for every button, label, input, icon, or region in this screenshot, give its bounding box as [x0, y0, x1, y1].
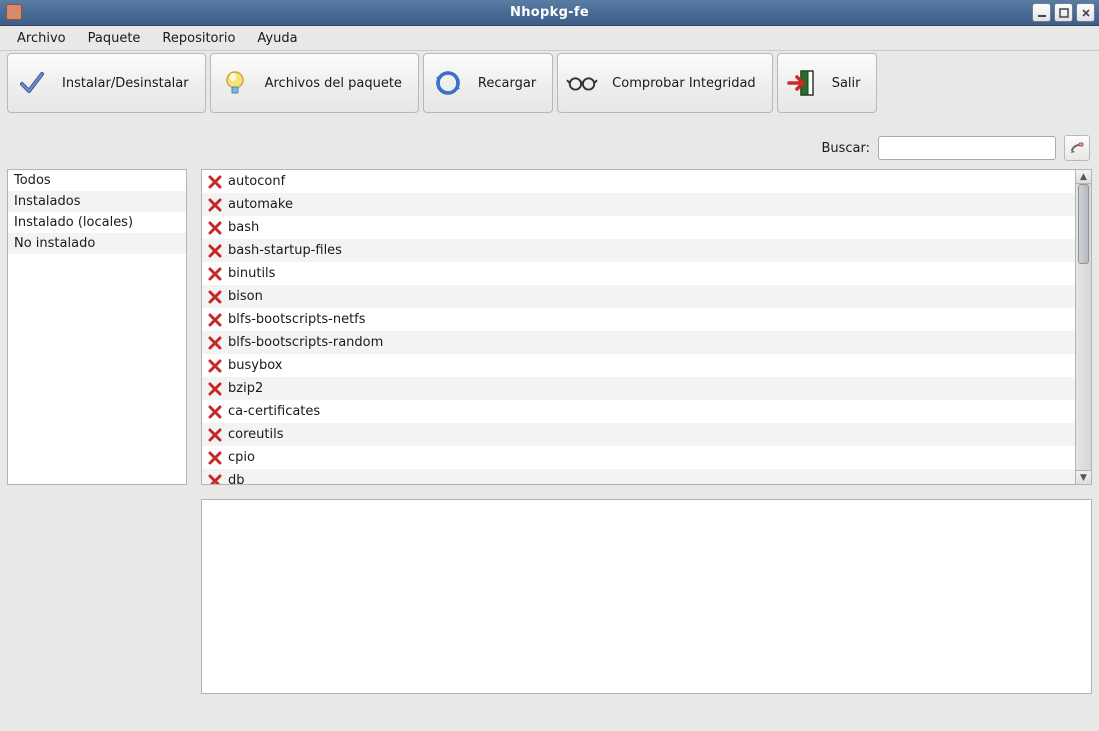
not-installed-icon — [208, 313, 222, 327]
not-installed-icon — [208, 428, 222, 442]
not-installed-icon — [208, 405, 222, 419]
package-row[interactable]: bash-startup-files — [202, 239, 1075, 262]
app-icon — [6, 4, 22, 20]
package-row[interactable]: ca-certificates — [202, 400, 1075, 423]
filter-sidebar[interactable]: Todos Instalados Instalado (locales) No … — [7, 169, 187, 485]
not-installed-icon — [208, 244, 222, 258]
glasses-icon — [566, 67, 598, 99]
not-installed-icon — [208, 336, 222, 350]
reload-label: Recargar — [478, 76, 536, 91]
not-installed-icon — [208, 451, 222, 465]
filter-item-no-instalado[interactable]: No instalado — [8, 233, 186, 254]
package-files-button[interactable]: Archivos del paquete — [210, 53, 419, 113]
package-name: blfs-bootscripts-netfs — [228, 312, 366, 327]
reload-button[interactable]: Recargar — [423, 53, 553, 113]
package-name: bzip2 — [228, 381, 263, 396]
lightbulb-icon — [219, 67, 251, 99]
search-label: Buscar: — [821, 141, 870, 156]
package-row[interactable]: busybox — [202, 354, 1075, 377]
package-list[interactable]: autoconf automake bash bash-startup-file… — [201, 169, 1076, 485]
clear-search-button[interactable] — [1064, 135, 1090, 161]
package-name: cpio — [228, 450, 255, 465]
not-installed-icon — [208, 290, 222, 304]
window-controls — [1032, 3, 1095, 22]
filter-item-instalados[interactable]: Instalados — [8, 191, 186, 212]
package-name: automake — [228, 197, 293, 212]
maximize-button[interactable] — [1054, 3, 1073, 22]
package-row[interactable]: bison — [202, 285, 1075, 308]
check-integrity-label: Comprobar Integridad — [612, 76, 756, 91]
package-row[interactable]: bzip2 — [202, 377, 1075, 400]
package-name: bison — [228, 289, 263, 304]
menubar: Archivo Paquete Repositorio Ayuda — [0, 26, 1099, 51]
package-row[interactable]: automake — [202, 193, 1075, 216]
filter-item-instalado-locales[interactable]: Instalado (locales) — [8, 212, 186, 233]
package-row[interactable]: blfs-bootscripts-netfs — [202, 308, 1075, 331]
package-detail-pane[interactable] — [201, 499, 1092, 694]
not-installed-icon — [208, 267, 222, 281]
package-row[interactable]: cpio — [202, 446, 1075, 469]
minimize-button[interactable] — [1032, 3, 1051, 22]
install-uninstall-button[interactable]: Instalar/Desinstalar — [7, 53, 206, 113]
not-installed-icon — [208, 382, 222, 396]
exit-button[interactable]: Salir — [777, 53, 878, 113]
scroll-up-button[interactable]: ▲ — [1076, 170, 1091, 184]
not-installed-icon — [208, 474, 222, 486]
package-name: binutils — [228, 266, 275, 281]
scroll-down-button[interactable]: ▼ — [1076, 470, 1091, 484]
package-row[interactable]: blfs-bootscripts-random — [202, 331, 1075, 354]
package-row[interactable]: db — [202, 469, 1075, 485]
not-installed-icon — [208, 175, 222, 189]
package-row[interactable]: coreutils — [202, 423, 1075, 446]
package-files-label: Archivos del paquete — [265, 76, 402, 91]
toolbar: Instalar/Desinstalar Archivos del paquet… — [7, 51, 1092, 115]
package-row[interactable]: binutils — [202, 262, 1075, 285]
package-name: db — [228, 473, 245, 485]
filter-item-todos[interactable]: Todos — [8, 170, 186, 191]
search-input[interactable] — [878, 136, 1056, 160]
window-title: Nhopkg-fe — [510, 5, 589, 20]
package-row[interactable]: autoconf — [202, 170, 1075, 193]
package-name: bash-startup-files — [228, 243, 342, 258]
package-name: bash — [228, 220, 259, 235]
refresh-icon — [432, 67, 464, 99]
not-installed-icon — [208, 221, 222, 235]
window-titlebar: Nhopkg-fe — [0, 0, 1099, 26]
install-uninstall-label: Instalar/Desinstalar — [62, 76, 189, 91]
package-name: blfs-bootscripts-random — [228, 335, 383, 350]
not-installed-icon — [208, 198, 222, 212]
menu-paquete[interactable]: Paquete — [77, 27, 152, 50]
search-row: Buscar: — [7, 115, 1092, 169]
menu-ayuda[interactable]: Ayuda — [246, 27, 308, 50]
check-icon — [16, 67, 48, 99]
menu-archivo[interactable]: Archivo — [6, 27, 77, 50]
package-row[interactable]: bash — [202, 216, 1075, 239]
package-name: coreutils — [228, 427, 284, 442]
package-name: ca-certificates — [228, 404, 320, 419]
clear-icon — [1069, 140, 1085, 156]
package-name: autoconf — [228, 174, 285, 189]
check-integrity-button[interactable]: Comprobar Integridad — [557, 53, 773, 113]
exit-label: Salir — [832, 76, 861, 91]
close-button[interactable] — [1076, 3, 1095, 22]
package-list-scrollbar[interactable]: ▲ ▼ — [1076, 169, 1092, 485]
scroll-thumb[interactable] — [1078, 184, 1089, 264]
package-name: busybox — [228, 358, 282, 373]
menu-repositorio[interactable]: Repositorio — [151, 27, 246, 50]
not-installed-icon — [208, 359, 222, 373]
exit-icon — [786, 67, 818, 99]
